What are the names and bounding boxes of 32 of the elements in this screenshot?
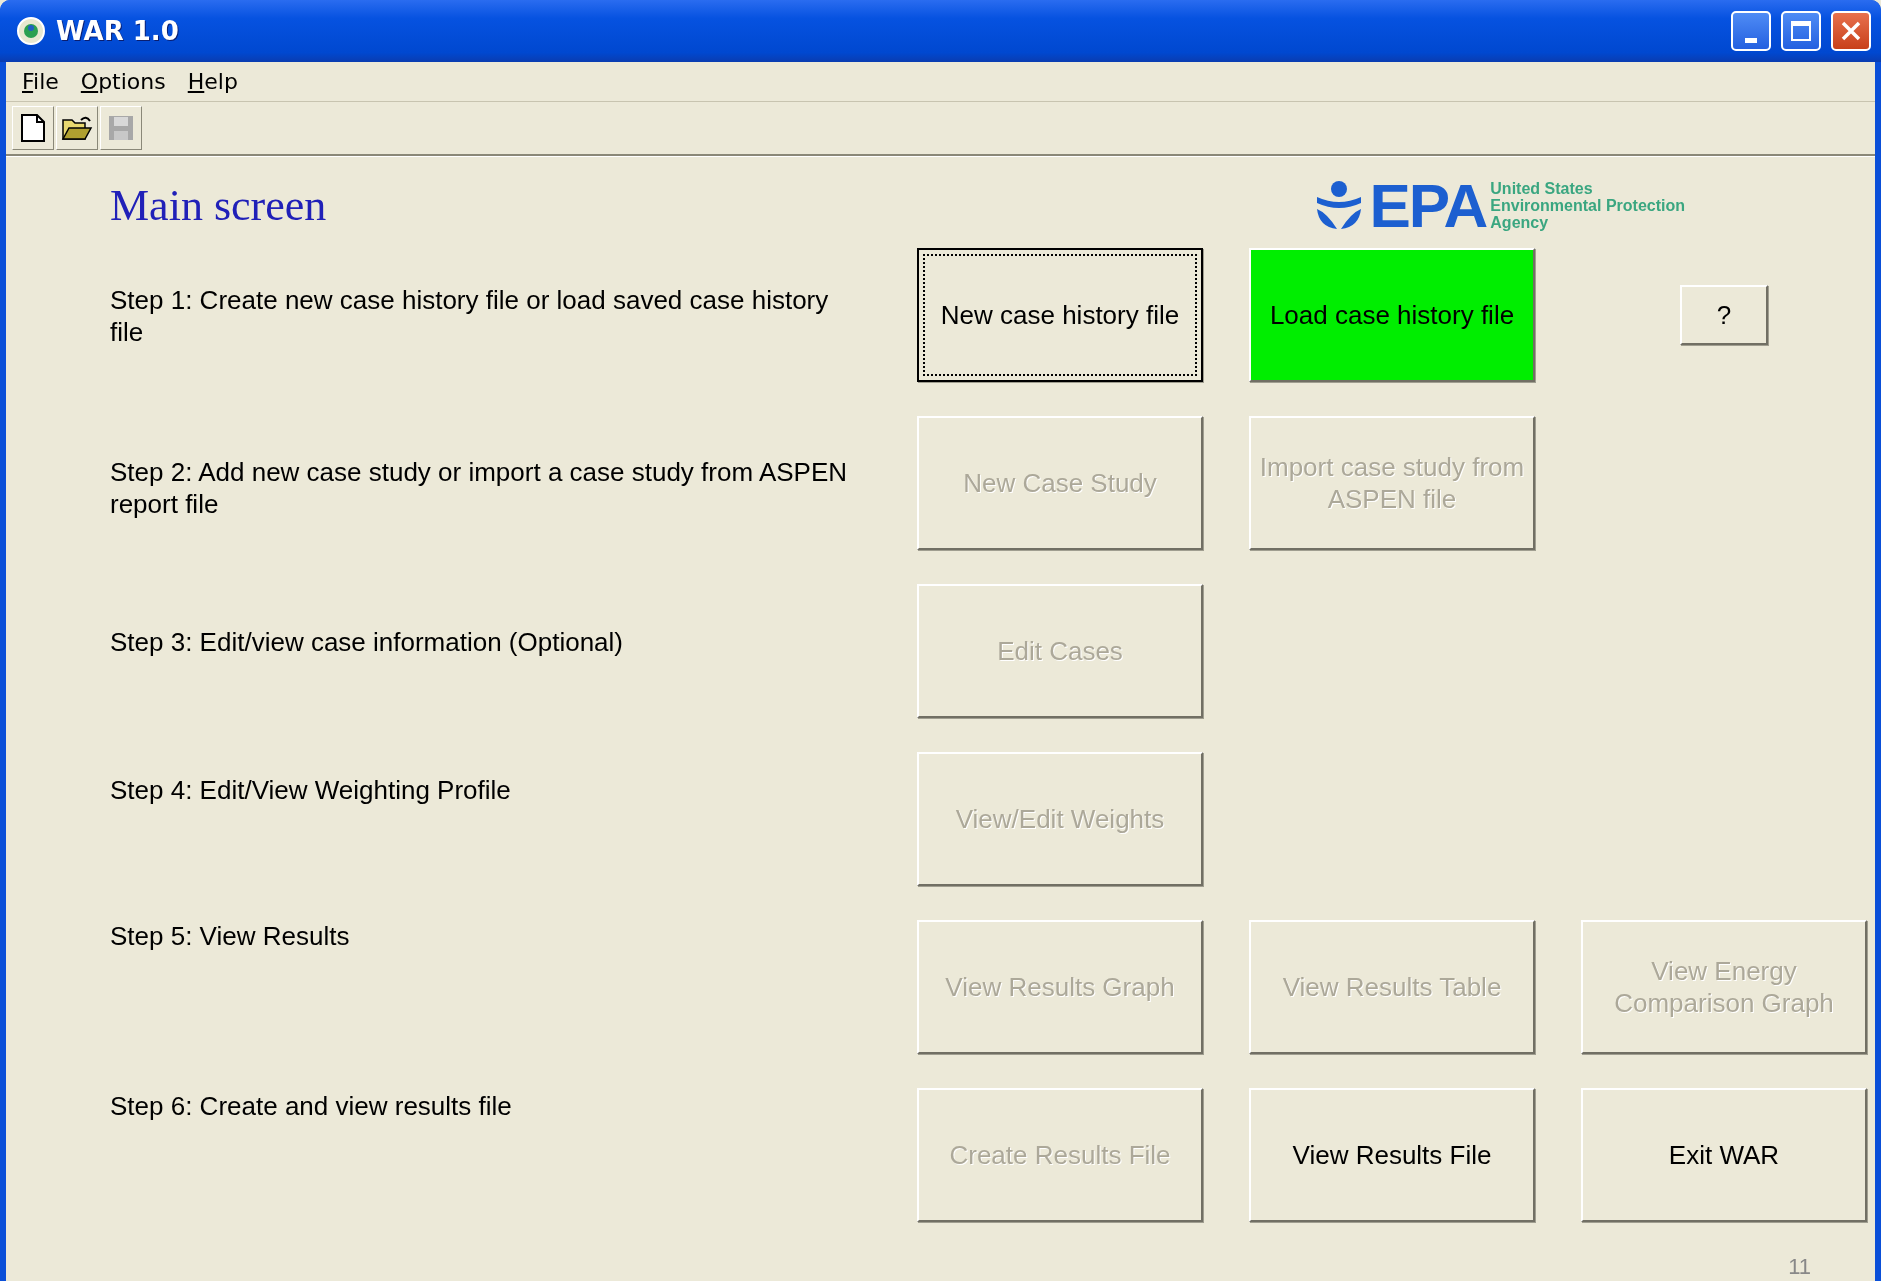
folder-icon: [61, 114, 93, 142]
maximize-button[interactable]: [1781, 11, 1821, 51]
screen-heading: Main screen: [110, 179, 327, 231]
close-icon: [1840, 20, 1862, 42]
new-file-icon: [20, 113, 46, 143]
step-label: Step 5: View Results: [110, 920, 351, 953]
menu-item[interactable]: Help: [187, 69, 238, 94]
toolbar-button[interactable]: [12, 106, 54, 150]
maximize-icon: [1790, 20, 1812, 42]
step-label: Step 3: Edit/view case information (Optional): [110, 626, 625, 659]
logo-text: United States: [1490, 179, 1594, 197]
step-label: Step 1: Create new case history file or load saved case history file: [110, 284, 830, 349]
minimize-icon: [1745, 37, 1757, 43]
logo-text: Environmental Protection: [1490, 196, 1685, 214]
menu-item[interactable]: File: [22, 69, 59, 94]
step-label: Step 2: Add new case study or import a case study from ASPEN report file: [110, 456, 849, 521]
action-button[interactable]: ?: [1680, 285, 1768, 345]
action-button[interactable]: New case history file: [917, 248, 1203, 382]
logo-wordmark: EPA: [1369, 169, 1487, 241]
logo-text: Agency: [1490, 213, 1550, 231]
action-button[interactable]: Exit WAR: [1581, 1088, 1867, 1222]
app-icon: [16, 16, 46, 46]
close-button[interactable]: [1831, 11, 1871, 51]
action-button[interactable]: View Results File: [1249, 1088, 1535, 1222]
minimize-button[interactable]: [1731, 11, 1771, 51]
action-button[interactable]: Load case history file: [1249, 248, 1535, 382]
page-number: 11: [1788, 1254, 1811, 1280]
step-label: Step 6: Create and view results file: [110, 1090, 513, 1123]
toolbar-button[interactable]: [56, 106, 98, 150]
menu-item[interactable]: Options: [80, 69, 166, 94]
window-title: WAR 1.0: [56, 16, 180, 46]
step-label: Step 4: Edit/View Weighting Profile: [110, 774, 512, 807]
